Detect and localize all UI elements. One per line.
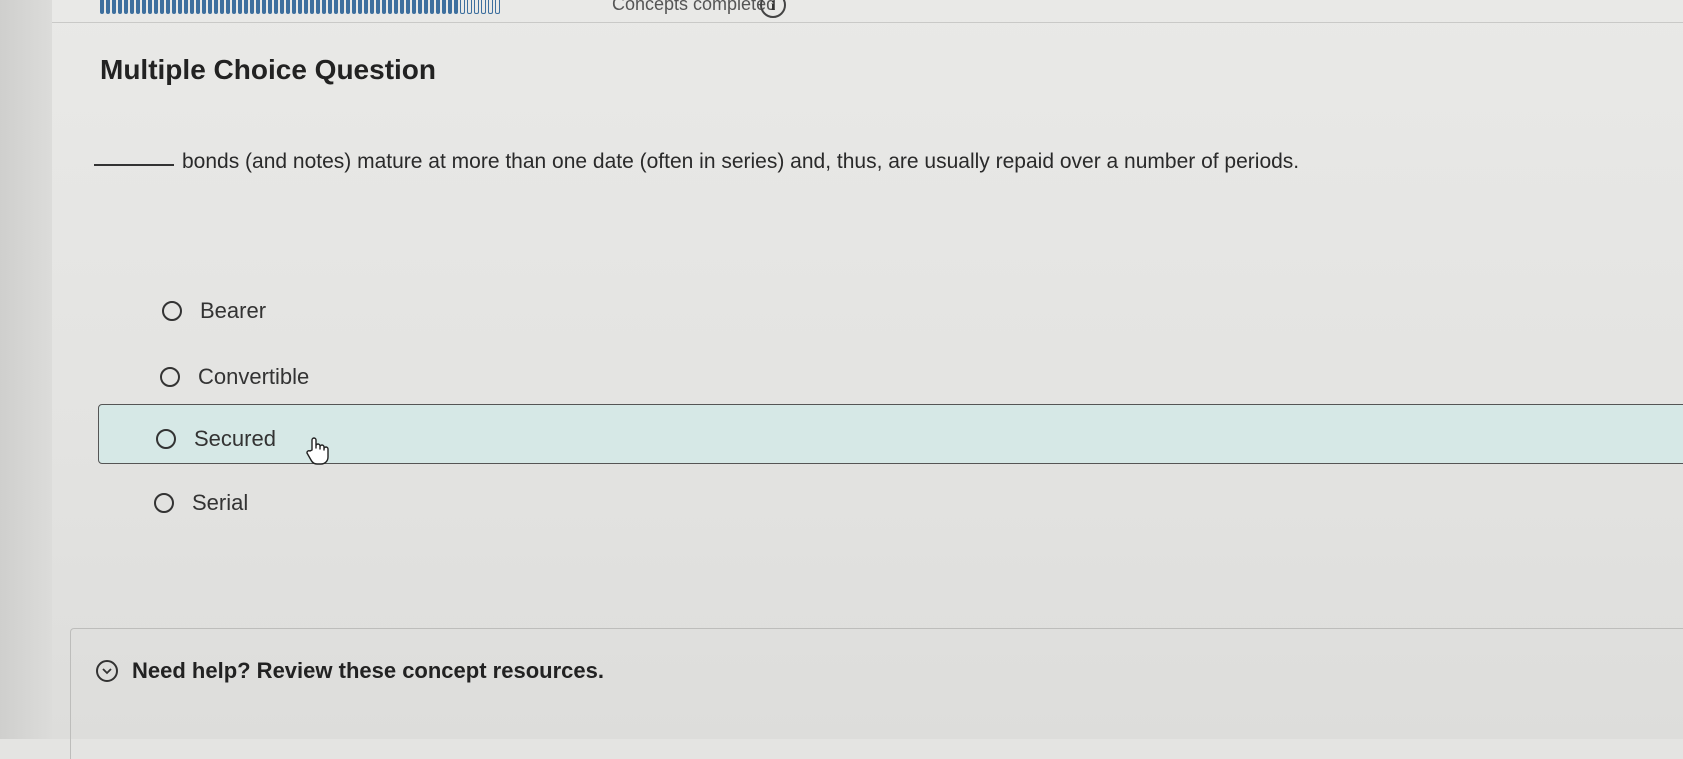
progress-segment-filled — [328, 0, 332, 14]
progress-segment-filled — [298, 0, 302, 14]
progress-segment-filled — [424, 0, 428, 14]
progress-segment-empty — [488, 0, 493, 14]
progress-segment-empty — [474, 0, 479, 14]
progress-segment-filled — [190, 0, 194, 14]
progress-segment-empty — [460, 0, 465, 14]
progress-segment-filled — [250, 0, 254, 14]
progress-segment-filled — [352, 0, 356, 14]
progress-segment-filled — [256, 0, 260, 14]
progress-segment-filled — [184, 0, 188, 14]
option-secured[interactable]: Secured — [156, 426, 276, 452]
progress-segment-filled — [118, 0, 122, 14]
progress-segment-filled — [364, 0, 368, 14]
progress-segment-filled — [112, 0, 116, 14]
option-bearer[interactable]: Bearer — [162, 298, 266, 324]
progress-segment-filled — [124, 0, 128, 14]
option-label: Serial — [192, 490, 249, 515]
progress-segment-empty — [495, 0, 500, 14]
progress-segment-filled — [166, 0, 170, 14]
progress-segment-filled — [382, 0, 386, 14]
progress-header: Concepts completed i — [52, 0, 1683, 23]
progress-segment-filled — [310, 0, 314, 14]
progress-segment-filled — [220, 0, 224, 14]
progress-segment-filled — [226, 0, 230, 14]
radio-icon[interactable] — [156, 429, 176, 449]
progress-segment-filled — [268, 0, 272, 14]
answer-blank — [94, 164, 174, 166]
progress-bar — [100, 0, 500, 14]
window-edge — [0, 0, 52, 739]
option-convertible[interactable]: Convertible — [160, 364, 309, 390]
progress-segment-filled — [148, 0, 152, 14]
progress-segment-filled — [418, 0, 422, 14]
progress-segment-filled — [412, 0, 416, 14]
progress-segment-filled — [316, 0, 320, 14]
option-label: Bearer — [200, 298, 267, 323]
progress-segment-filled — [280, 0, 284, 14]
question-type-title: Multiple Choice Question — [100, 54, 437, 85]
help-label[interactable]: Need help? Review these concept resource… — [132, 658, 604, 684]
progress-segment-filled — [304, 0, 308, 14]
radio-icon[interactable] — [162, 301, 182, 321]
progress-segment-filled — [292, 0, 296, 14]
progress-segment-empty — [481, 0, 486, 14]
chevron-down-icon[interactable] — [96, 660, 118, 682]
progress-segment-filled — [358, 0, 362, 14]
radio-icon[interactable] — [160, 367, 180, 387]
hand-cursor-icon — [306, 437, 329, 465]
question-text: bonds (and notes) mature at more than on… — [182, 150, 1300, 173]
progress-segment-filled — [454, 0, 458, 14]
radio-icon[interactable] — [154, 493, 174, 513]
progress-segment-filled — [100, 0, 104, 14]
progress-segment-filled — [196, 0, 200, 14]
progress-segment-filled — [106, 0, 110, 14]
progress-segment-filled — [394, 0, 398, 14]
progress-segment-filled — [370, 0, 374, 14]
progress-segment-filled — [286, 0, 290, 14]
option-hover-highlight[interactable] — [98, 404, 1683, 464]
progress-segment-filled — [430, 0, 434, 14]
progress-segment-filled — [154, 0, 158, 14]
progress-segment-filled — [136, 0, 140, 14]
progress-segment-filled — [436, 0, 440, 14]
question-panel: Concepts completed i Multiple Choice Que… — [52, 0, 1683, 759]
progress-segment-filled — [208, 0, 212, 14]
progress-segment-filled — [130, 0, 134, 14]
progress-segment-filled — [346, 0, 350, 14]
progress-segment-filled — [244, 0, 248, 14]
progress-segment-filled — [376, 0, 380, 14]
progress-segment-filled — [232, 0, 236, 14]
progress-segment-filled — [448, 0, 452, 14]
help-toggle[interactable]: Need help? Review these concept resource… — [96, 658, 604, 684]
progress-segment-filled — [214, 0, 218, 14]
progress-segment-filled — [172, 0, 176, 14]
progress-segment-filled — [160, 0, 164, 14]
chevron-glyph — [102, 667, 112, 674]
progress-segment-filled — [442, 0, 446, 14]
progress-segment-empty — [467, 0, 472, 14]
option-serial[interactable]: Serial — [154, 490, 248, 516]
progress-segment-filled — [262, 0, 266, 14]
progress-segment-filled — [274, 0, 278, 14]
progress-segment-filled — [322, 0, 326, 14]
info-icon[interactable]: i — [760, 0, 786, 18]
progress-segment-filled — [340, 0, 344, 14]
progress-segment-filled — [400, 0, 404, 14]
progress-segment-filled — [142, 0, 146, 14]
progress-segment-filled — [178, 0, 182, 14]
help-section — [70, 628, 1683, 759]
progress-segment-filled — [334, 0, 338, 14]
progress-label: Concepts completed — [612, 0, 777, 14]
option-label: Convertible — [198, 364, 310, 389]
progress-segment-filled — [406, 0, 410, 14]
progress-segment-filled — [388, 0, 392, 14]
option-label: Secured — [194, 426, 276, 451]
progress-segment-filled — [238, 0, 242, 14]
progress-segment-filled — [202, 0, 206, 14]
